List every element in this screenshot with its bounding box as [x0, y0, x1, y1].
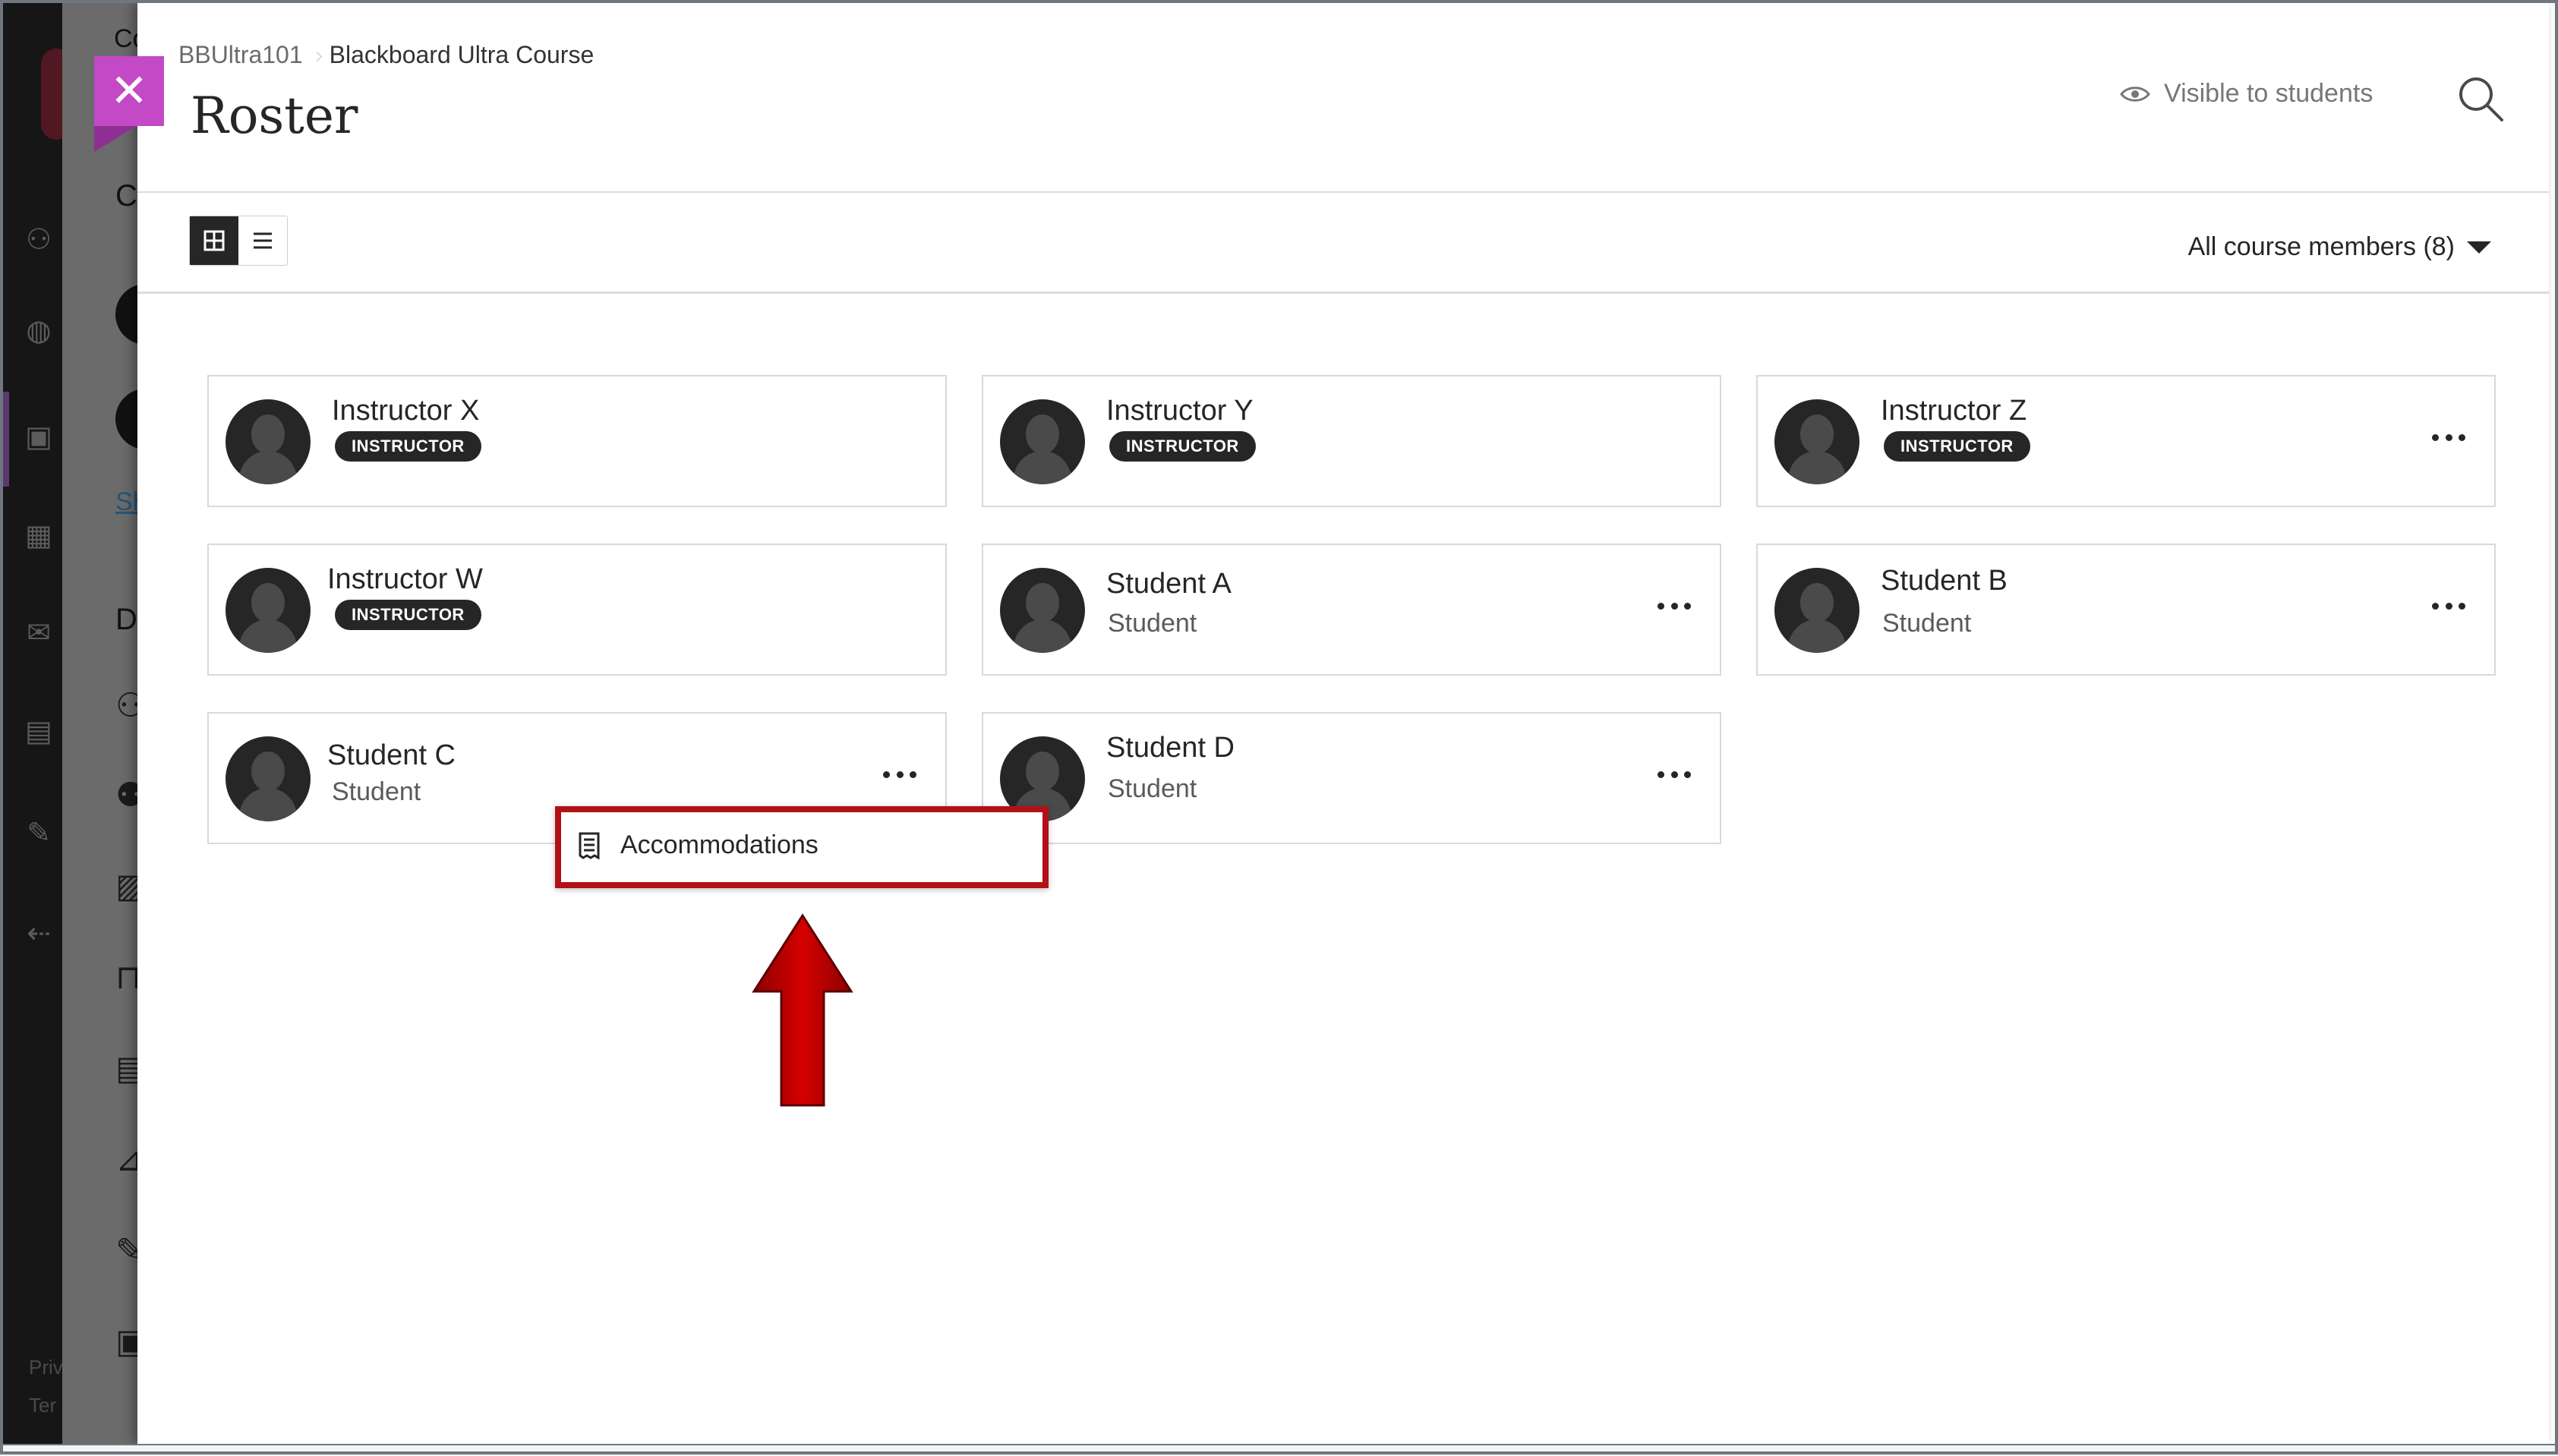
avatar	[226, 568, 311, 653]
roster-panel: BBUltra101 Blackboard Ultra Course Roster…	[137, 3, 2549, 1444]
background-heading-fragment: Co	[114, 24, 137, 53]
filter-label: All course members (8)	[2187, 232, 2455, 261]
avatar	[1774, 568, 1859, 653]
role-badge: INSTRUCTOR	[335, 431, 481, 462]
avatar	[226, 399, 311, 484]
member-name[interactable]: Instructor Z	[1881, 395, 2027, 427]
profile-icon: ⚇	[25, 222, 52, 256]
member-card[interactable]: Instructor X INSTRUCTOR	[207, 375, 947, 507]
background-nav: ⚇ ◍ ▣ ▦ ✉ ▤ ✎ ⇠ Priv Ter	[3, 3, 63, 1444]
close-panel-button[interactable]: ✕	[94, 56, 164, 126]
breadcrumb-separator-icon	[311, 52, 322, 61]
member-card[interactable]: Student A Student	[982, 544, 1721, 676]
role-badge: INSTRUCTOR	[335, 600, 481, 630]
member-name[interactable]: Student B	[1881, 565, 2008, 597]
close-icon: ✕	[109, 65, 149, 118]
page-title: Roster	[191, 87, 358, 145]
member-name[interactable]: Student C	[327, 739, 456, 772]
search-button[interactable]	[2453, 71, 2508, 126]
courses-icon: ▣	[25, 420, 52, 453]
list-icon	[254, 232, 272, 249]
tools-icon: ✎	[27, 816, 51, 849]
image-icon: ▨	[115, 867, 137, 906]
role-badge: INSTRUCTOR	[1884, 431, 2030, 462]
nav-active-indicator	[3, 392, 9, 487]
background-content: Co C Sh D ⚇ ⚉ ▨ ⊓ ▤ ⊿ ✎ ▣	[62, 3, 137, 1444]
member-name[interactable]: Student D	[1106, 732, 1235, 764]
avatar	[226, 736, 311, 821]
document-list-icon	[579, 832, 600, 859]
visibility-label: Visible to students	[2164, 79, 2373, 108]
member-card[interactable]: Student B Student	[1756, 544, 2496, 676]
breadcrumb-course-id[interactable]: BBUltra101	[178, 41, 303, 68]
reports-icon: ▣	[115, 1322, 137, 1361]
member-role: Student	[1882, 609, 1972, 638]
terms-link: Ter	[29, 1394, 57, 1417]
avatar	[1774, 399, 1859, 484]
announcement-icon: ⊿	[115, 1140, 137, 1179]
visibility-toggle[interactable]: Visible to students	[2120, 79, 2373, 109]
member-card[interactable]: Instructor W INSTRUCTOR	[207, 544, 947, 676]
toolbar-divider	[137, 292, 2549, 294]
group-icon: ⚉	[115, 776, 137, 815]
member-name[interactable]: Instructor Y	[1106, 395, 1254, 427]
more-options-button[interactable]	[2427, 422, 2470, 452]
accommodations-label: Accommodations	[620, 830, 818, 859]
grid-icon	[203, 230, 225, 251]
member-card[interactable]: Student D Student	[982, 712, 1721, 844]
background-avatar	[115, 284, 137, 345]
member-filter-dropdown[interactable]: All course members (8)	[2188, 232, 2491, 262]
breadcrumb-course-name[interactable]: Blackboard Ultra Course	[330, 41, 595, 68]
eye-icon	[2120, 86, 2150, 102]
calendar-icon: ▦	[25, 518, 52, 552]
messages-icon: ✉	[27, 616, 51, 649]
member-card[interactable]: Instructor Y INSTRUCTOR	[982, 375, 1721, 507]
list-view-button[interactable]	[238, 216, 287, 265]
background-section-fragment: C	[115, 179, 137, 213]
role-badge: INSTRUCTOR	[1109, 431, 1256, 462]
roster-toolbar: All course members (8)	[137, 193, 2549, 292]
background-avatar	[115, 389, 137, 449]
tools-icon: ✎	[115, 1231, 137, 1270]
more-options-button[interactable]	[1653, 759, 1695, 789]
annotation-arrow-icon	[752, 913, 853, 1107]
more-options-button[interactable]	[1653, 591, 1695, 621]
avatar	[1000, 399, 1085, 484]
grades-icon: ▤	[25, 714, 52, 748]
member-role: Student	[1108, 774, 1197, 803]
sign-out-icon: ⇠	[27, 916, 51, 950]
more-options-button[interactable]	[2427, 591, 2470, 621]
accommodations-menu-item[interactable]: Accommodations	[578, 830, 818, 860]
member-role: Student	[332, 777, 421, 806]
member-name[interactable]: Student A	[1106, 568, 1232, 600]
privacy-link: Priv	[29, 1356, 63, 1379]
panel-header: BBUltra101 Blackboard Ultra Course Roster…	[137, 3, 2549, 191]
background-app: ⚇ ◍ ▣ ▦ ✉ ▤ ✎ ⇠ Priv Ter Co C Sh D ⚇ ⚉ ▨…	[3, 3, 137, 1444]
member-name[interactable]: Instructor W	[327, 563, 483, 596]
lock-icon: ⊓	[115, 958, 137, 997]
person-icon: ⚇	[115, 686, 137, 725]
avatar	[1000, 568, 1085, 653]
grid-view-button[interactable]	[190, 216, 238, 265]
close-button-tab	[94, 126, 137, 152]
search-icon	[2459, 77, 2503, 121]
member-context-menu: Accommodations	[555, 806, 1049, 888]
caret-down-icon	[2467, 241, 2491, 254]
view-toggle	[189, 216, 288, 266]
member-role: Student	[1108, 609, 1197, 638]
more-options-button[interactable]	[878, 759, 921, 789]
background-link: Sh	[115, 487, 137, 516]
gradebook-icon: ▤	[115, 1049, 137, 1088]
background-section-fragment: D	[115, 603, 137, 636]
member-card[interactable]: Instructor Z INSTRUCTOR	[1756, 375, 2496, 507]
breadcrumb: BBUltra101 Blackboard Ultra Course	[178, 41, 594, 69]
globe-icon: ◍	[26, 314, 52, 347]
member-name[interactable]: Instructor X	[332, 395, 479, 427]
